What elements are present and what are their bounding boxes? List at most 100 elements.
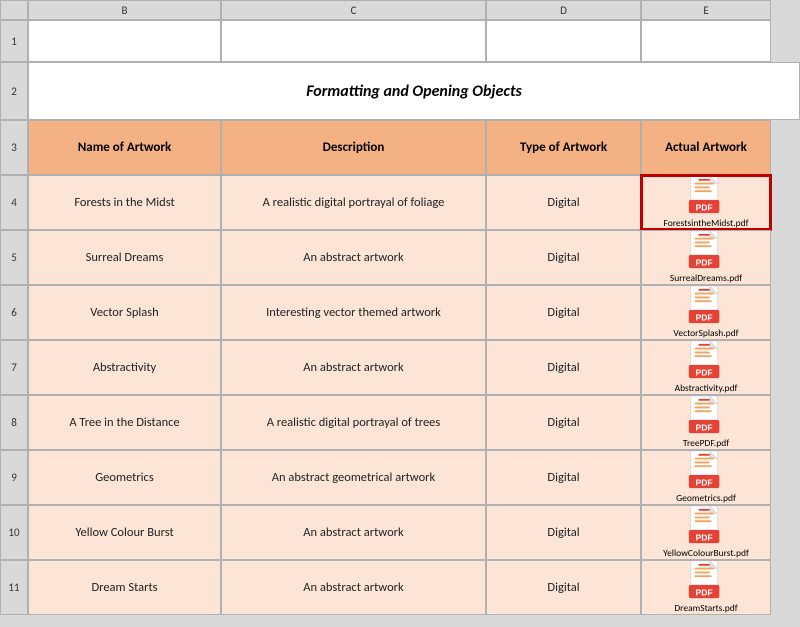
artwork-type: Digital bbox=[541, 358, 585, 377]
cell-4-artwork[interactable]: PDF ForestsintheMidst.pdf bbox=[641, 175, 771, 230]
cell-11-desc[interactable]: An abstract artwork bbox=[221, 560, 486, 615]
rownum-5: 5 bbox=[0, 230, 28, 285]
cell-5-artwork[interactable]: PDF SurrealDreams.pdf bbox=[641, 230, 771, 285]
rownum-6: 6 bbox=[0, 285, 28, 340]
cell-9-type[interactable]: Digital bbox=[486, 450, 641, 505]
artwork-description: An abstract artwork bbox=[297, 578, 409, 597]
artwork-description: A realistic digital portrayal of trees bbox=[261, 413, 447, 432]
pdf-icon-10: PDF bbox=[688, 506, 724, 546]
pdf-icon-11: PDF bbox=[688, 561, 724, 601]
svg-text:PDF: PDF bbox=[696, 532, 713, 542]
cell-6-name[interactable]: Vector Splash bbox=[28, 285, 221, 340]
artwork-type: Digital bbox=[541, 413, 585, 432]
cell-5-name[interactable]: Surreal Dreams bbox=[28, 230, 221, 285]
pdf-icon-5: PDF bbox=[688, 231, 724, 271]
pdf-filename-8: TreePDF.pdf bbox=[683, 438, 729, 449]
col-header-d[interactable]: D bbox=[486, 0, 641, 20]
cell-6-type[interactable]: Digital bbox=[486, 285, 641, 340]
pdf-file-4[interactable]: PDF ForestsintheMidst.pdf bbox=[663, 176, 748, 229]
cell-5-type[interactable]: Digital bbox=[486, 230, 641, 285]
pdf-filename-11: DreamStarts.pdf bbox=[674, 603, 737, 614]
row-5: 5 Surreal Dreams An abstract artwork Dig… bbox=[0, 230, 800, 285]
artwork-name: Forests in the Midst bbox=[68, 193, 180, 212]
pdf-filename-4: ForestsintheMidst.pdf bbox=[663, 218, 748, 229]
rownum-10: 10 bbox=[0, 505, 28, 560]
cell-9-name[interactable]: Geometrics bbox=[28, 450, 221, 505]
artwork-name: Vector Splash bbox=[84, 303, 164, 322]
artwork-description: An abstract geometrical artwork bbox=[266, 468, 441, 487]
row-1: 1 bbox=[0, 20, 800, 62]
row-11: 11 Dream Starts An abstract artwork Digi… bbox=[0, 560, 800, 615]
cell-7-name[interactable]: Abstractivity bbox=[28, 340, 221, 395]
cell-7-artwork[interactable]: PDF Abstractivity.pdf bbox=[641, 340, 771, 395]
cell-1e[interactable] bbox=[641, 20, 771, 62]
cell-9-desc[interactable]: An abstract geometrical artwork bbox=[221, 450, 486, 505]
pdf-file-11[interactable]: PDF DreamStarts.pdf bbox=[674, 561, 737, 614]
cell-11-artwork[interactable]: PDF DreamStarts.pdf bbox=[641, 560, 771, 615]
cell-4-desc[interactable]: A realistic digital portrayal of foliage bbox=[221, 175, 486, 230]
rownum-8: 8 bbox=[0, 395, 28, 450]
artwork-description: Interesting vector themed artwork bbox=[260, 303, 447, 322]
artwork-name: Geometrics bbox=[89, 468, 159, 487]
cell-1c[interactable] bbox=[221, 20, 486, 62]
col-header-c[interactable]: C bbox=[221, 0, 486, 20]
pdf-file-8[interactable]: PDF TreePDF.pdf bbox=[683, 396, 729, 449]
cell-8-artwork[interactable]: PDF TreePDF.pdf bbox=[641, 395, 771, 450]
row-4: 4 Forests in the Midst A realistic digit… bbox=[0, 175, 800, 230]
artwork-name: A Tree in the Distance bbox=[63, 413, 185, 432]
row-8: 8 A Tree in the Distance A realistic dig… bbox=[0, 395, 800, 450]
col-header-e[interactable]: E bbox=[641, 0, 771, 20]
pdf-icon-6: PDF bbox=[688, 286, 724, 326]
cell-6-artwork[interactable]: PDF VectorSplash.pdf bbox=[641, 285, 771, 340]
title-cell: Formatting and Opening Objects bbox=[28, 62, 800, 120]
pdf-file-5[interactable]: PDF SurrealDreams.pdf bbox=[670, 231, 742, 284]
pdf-file-6[interactable]: PDF VectorSplash.pdf bbox=[673, 286, 738, 339]
rownum-2: 2 bbox=[0, 62, 28, 120]
cell-7-type[interactable]: Digital bbox=[486, 340, 641, 395]
cell-9-artwork[interactable]: PDF Geometrics.pdf bbox=[641, 450, 771, 505]
row-3-headers: 3 Name of Artwork Description Type of Ar… bbox=[0, 120, 800, 175]
cell-11-type[interactable]: Digital bbox=[486, 560, 641, 615]
cell-10-desc[interactable]: An abstract artwork bbox=[221, 505, 486, 560]
cell-10-name[interactable]: Yellow Colour Burst bbox=[28, 505, 221, 560]
cell-4-type[interactable]: Digital bbox=[486, 175, 641, 230]
cell-5-desc[interactable]: An abstract artwork bbox=[221, 230, 486, 285]
pdf-file-9[interactable]: PDF Geometrics.pdf bbox=[676, 451, 736, 504]
cell-1d[interactable] bbox=[486, 20, 641, 62]
header-name: Name of Artwork bbox=[28, 120, 221, 175]
row-7: 7 Abstractivity An abstract artwork Digi… bbox=[0, 340, 800, 395]
artwork-description: An abstract artwork bbox=[297, 248, 409, 267]
artwork-description: An abstract artwork bbox=[297, 523, 409, 542]
svg-text:PDF: PDF bbox=[696, 477, 713, 487]
cell-11-name[interactable]: Dream Starts bbox=[28, 560, 221, 615]
col-header-b[interactable]: B bbox=[28, 0, 221, 20]
svg-text:PDF: PDF bbox=[696, 422, 713, 432]
cell-10-artwork[interactable]: PDF YellowColourBurst.pdf bbox=[641, 505, 771, 560]
cell-7-desc[interactable]: An abstract artwork bbox=[221, 340, 486, 395]
artwork-type: Digital bbox=[541, 523, 585, 542]
artwork-type: Digital bbox=[541, 578, 585, 597]
pdf-icon-9: PDF bbox=[688, 451, 724, 491]
pdf-filename-10: YellowColourBurst.pdf bbox=[663, 548, 749, 559]
data-rows: 4 Forests in the Midst A realistic digit… bbox=[0, 175, 800, 615]
cell-1b[interactable] bbox=[28, 20, 221, 62]
cell-8-desc[interactable]: A realistic digital portrayal of trees bbox=[221, 395, 486, 450]
cell-8-name[interactable]: A Tree in the Distance bbox=[28, 395, 221, 450]
svg-text:PDF: PDF bbox=[696, 257, 713, 267]
header-artwork: Actual Artwork bbox=[641, 120, 771, 175]
artwork-description: An abstract artwork bbox=[297, 358, 409, 377]
artwork-type: Digital bbox=[541, 193, 585, 212]
rownum-7: 7 bbox=[0, 340, 28, 395]
cell-8-type[interactable]: Digital bbox=[486, 395, 641, 450]
cell-4-name[interactable]: Forests in the Midst bbox=[28, 175, 221, 230]
svg-text:PDF: PDF bbox=[695, 202, 712, 212]
pdf-icon-4: PDF bbox=[688, 176, 724, 216]
corner-cell bbox=[0, 0, 28, 20]
pdf-file-7[interactable]: PDF Abstractivity.pdf bbox=[675, 341, 738, 394]
cell-6-desc[interactable]: Interesting vector themed artwork bbox=[221, 285, 486, 340]
row-2-title: 2 Formatting and Opening Objects bbox=[0, 62, 800, 120]
artwork-type: Digital bbox=[541, 468, 585, 487]
pdf-filename-7: Abstractivity.pdf bbox=[675, 383, 738, 394]
pdf-file-10[interactable]: PDF YellowColourBurst.pdf bbox=[663, 506, 749, 559]
cell-10-type[interactable]: Digital bbox=[486, 505, 641, 560]
